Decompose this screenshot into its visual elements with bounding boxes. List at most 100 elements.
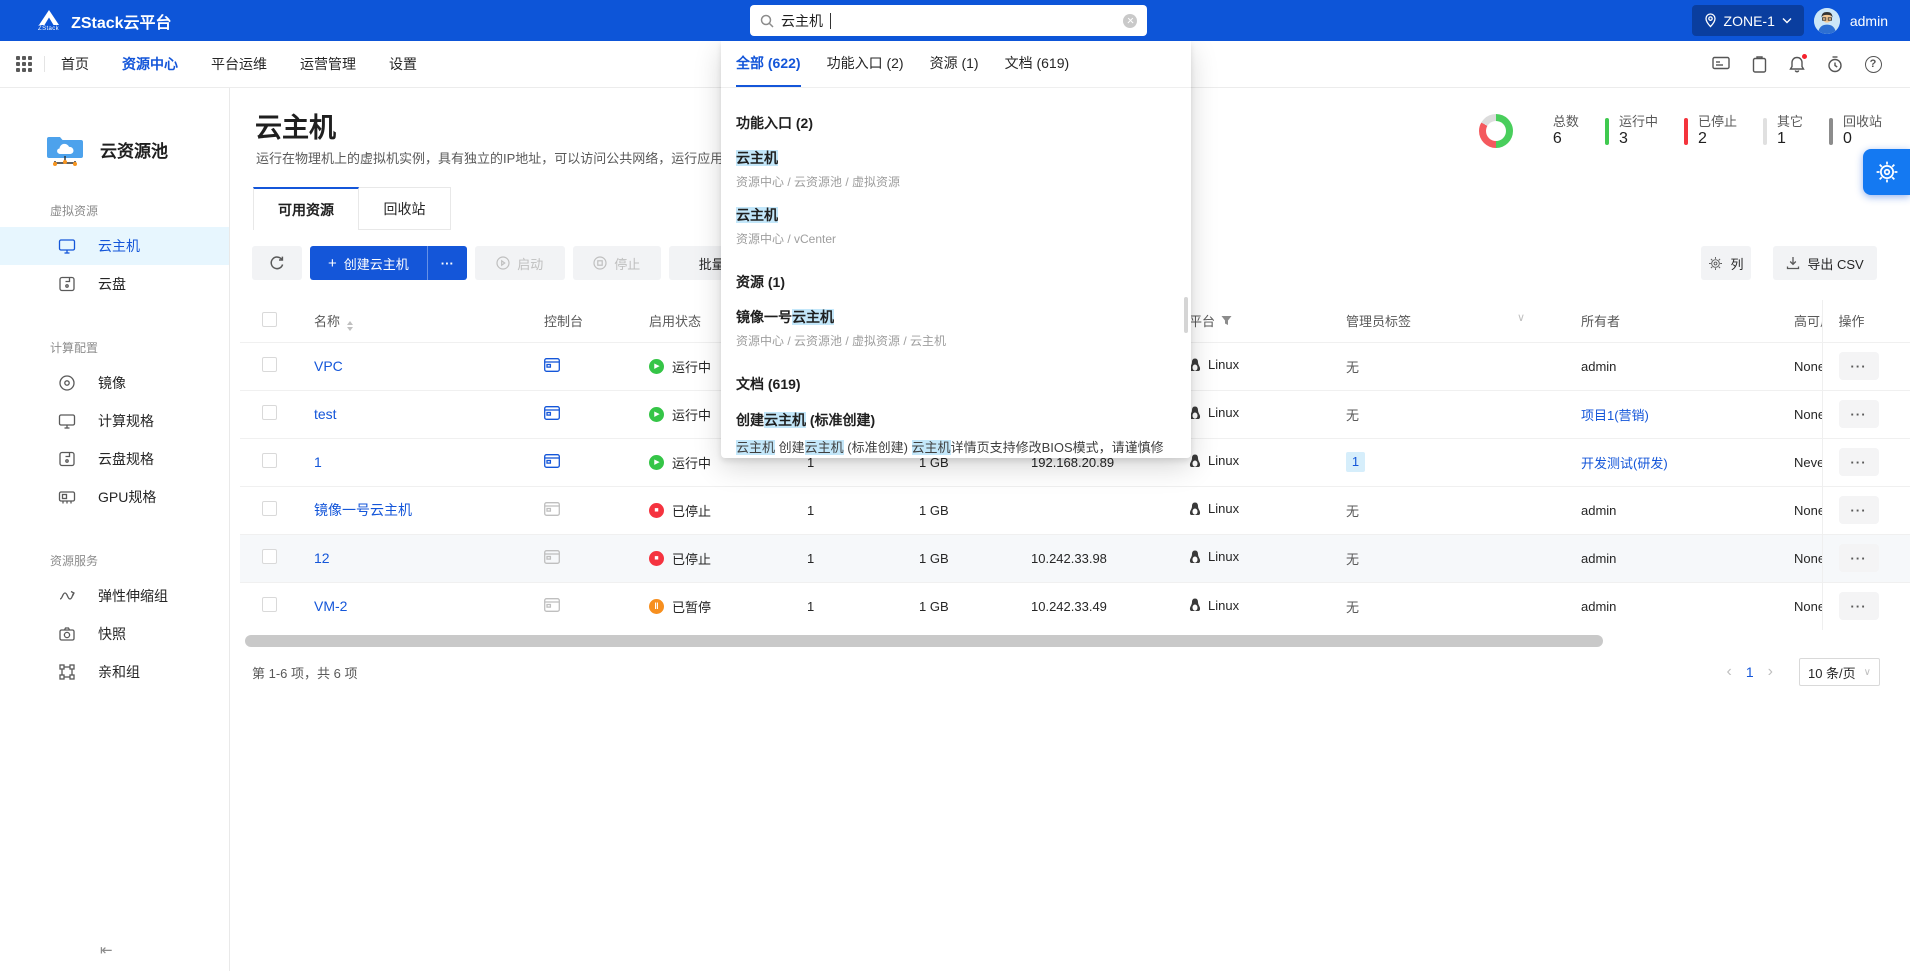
username[interactable]: admin xyxy=(1850,13,1888,29)
nav-item[interactable]: 运营管理 xyxy=(300,54,356,74)
status-label: 已停止 xyxy=(672,501,711,520)
stat-item: 总数6 xyxy=(1539,114,1579,148)
global-search-input[interactable]: 云主机 xyxy=(750,5,1147,36)
clear-search-icon[interactable] xyxy=(1123,14,1137,28)
settings-fab-button[interactable] xyxy=(1863,149,1910,195)
sidebar-item[interactable]: 镜像 xyxy=(0,364,229,402)
search-result-tab[interactable]: 全部 (622) xyxy=(736,41,801,87)
row-checkbox[interactable] xyxy=(262,501,277,516)
scrollbar-thumb[interactable] xyxy=(245,635,1603,647)
nav-item[interactable]: 资源中心 xyxy=(122,54,178,74)
select-all-checkbox[interactable] xyxy=(262,312,277,327)
export-csv-button[interactable]: 导出 CSV xyxy=(1773,246,1877,280)
search-result-item[interactable]: 镜像一号云主机 资源中心 / 云资源池 / 虚拟资源 / 云主机 xyxy=(736,307,1175,349)
app-launcher-icon[interactable] xyxy=(16,56,32,72)
row-actions-button[interactable]: ··· xyxy=(1839,448,1879,476)
open-console-icon[interactable] xyxy=(544,552,560,567)
columns-button[interactable]: 列 xyxy=(1701,246,1751,280)
page-tab[interactable]: 可用资源 xyxy=(253,187,359,230)
nav-item[interactable]: 首页 xyxy=(61,54,89,74)
sidebar-item[interactable]: 计算规格 xyxy=(0,402,229,440)
stat-item: 其它1 xyxy=(1763,114,1803,148)
stop-vm-button[interactable]: 停止 xyxy=(573,246,661,280)
clipboard-icon[interactable] xyxy=(1750,55,1768,73)
page-tab[interactable]: 回收站 xyxy=(359,187,451,230)
sidebar-item[interactable]: 云主机 xyxy=(0,227,229,265)
row-checkbox[interactable] xyxy=(262,357,277,372)
stat-value: 0 xyxy=(1843,130,1882,148)
page-number[interactable]: 1 xyxy=(1746,664,1754,680)
pagination-summary: 第 1-6 项，共 6 项 xyxy=(252,663,357,682)
row-checkbox[interactable] xyxy=(262,549,277,564)
collapse-sidebar-icon[interactable]: ⇤ xyxy=(100,941,113,959)
row-checkbox[interactable] xyxy=(262,597,277,612)
vm-name-link[interactable]: VPC xyxy=(314,358,343,374)
notification-bell-icon[interactable] xyxy=(1788,55,1806,73)
tag-cell: 无 xyxy=(1346,600,1359,615)
doc-result-title[interactable]: 创建云主机 (标准创建) xyxy=(736,410,1175,430)
prev-page-icon[interactable] xyxy=(1727,663,1732,681)
col-platform[interactable]: 平台 xyxy=(1173,300,1330,342)
search-result-item[interactable]: 云主机 资源中心 / 云资源池 / 虚拟资源 xyxy=(736,148,1175,190)
sidebar-item[interactable]: 亲和组 xyxy=(0,653,229,691)
create-vm-more-button[interactable]: ··· xyxy=(427,246,467,280)
result-group-header: 功能入口 (2) xyxy=(736,113,1175,133)
zone-selector[interactable]: ZONE-1 xyxy=(1692,5,1804,36)
operation-history-icon[interactable] xyxy=(1826,55,1844,73)
row-checkbox[interactable] xyxy=(262,405,277,420)
vm-name-link[interactable]: 镜像一号云主机 xyxy=(314,502,412,518)
start-vm-button[interactable]: 启动 xyxy=(475,246,565,280)
search-result-tab[interactable]: 资源 (1) xyxy=(930,41,979,87)
search-result-tab[interactable]: 功能入口 (2) xyxy=(827,41,904,87)
row-actions-button[interactable]: ··· xyxy=(1839,496,1879,524)
row-actions-button[interactable]: ··· xyxy=(1839,400,1879,428)
col-name[interactable]: 名称 xyxy=(298,300,528,342)
row-actions-button[interactable]: ··· xyxy=(1839,592,1879,620)
console-terminal-icon[interactable] xyxy=(1712,55,1730,73)
status-label: 运行中 xyxy=(672,453,711,472)
owner-cell[interactable]: admin xyxy=(1581,599,1616,614)
status-icon xyxy=(649,359,664,374)
search-result-item[interactable]: 云主机 资源中心 / vCenter xyxy=(736,205,1175,247)
vm-name-link[interactable]: test xyxy=(314,406,337,422)
sidebar-item[interactable]: 弹性伸缩组 xyxy=(0,577,229,615)
sidebar-item[interactable]: 云盘 xyxy=(0,265,229,303)
filter-funnel-icon[interactable] xyxy=(1221,315,1232,326)
vm-name-link[interactable]: VM-2 xyxy=(314,598,347,614)
refresh-button[interactable] xyxy=(252,246,302,280)
row-actions-button[interactable]: ··· xyxy=(1839,544,1879,572)
row-checkbox[interactable] xyxy=(262,453,277,468)
sidebar-item[interactable]: GPU规格 xyxy=(0,478,229,516)
open-console-icon[interactable] xyxy=(544,600,560,615)
owner-cell[interactable]: admin xyxy=(1581,359,1616,374)
open-console-icon[interactable] xyxy=(544,360,560,375)
row-actions-button[interactable]: ··· xyxy=(1839,352,1879,380)
open-console-icon[interactable] xyxy=(544,504,560,519)
owner-cell[interactable]: 项目1(营销) xyxy=(1581,408,1649,423)
owner-cell[interactable]: admin xyxy=(1581,551,1616,566)
nav-item[interactable]: 设置 xyxy=(389,54,417,74)
open-console-icon[interactable] xyxy=(544,456,560,471)
col-ha: 高可用 xyxy=(1778,300,1822,342)
vm-name-link[interactable]: 12 xyxy=(314,550,330,566)
avatar[interactable] xyxy=(1814,8,1840,34)
docs-group-header: 文档 (619) xyxy=(736,374,1175,394)
sidebar-item[interactable]: 快照 xyxy=(0,615,229,653)
chevron-down-icon[interactable]: ∨ xyxy=(1517,311,1525,324)
page-size-select[interactable]: 10 条/页 xyxy=(1799,658,1880,686)
next-page-icon[interactable] xyxy=(1768,663,1773,681)
col-tag[interactable]: 管理员标签∨ xyxy=(1330,300,1565,342)
open-console-icon[interactable] xyxy=(544,408,560,423)
sidebar-item[interactable]: 云盘规格 xyxy=(0,440,229,478)
owner-cell[interactable]: admin xyxy=(1581,503,1616,518)
vm-name-link[interactable]: 1 xyxy=(314,454,322,470)
sort-icon[interactable] xyxy=(347,321,353,331)
sidebar-item-label: 亲和组 xyxy=(98,662,140,682)
search-result-tab[interactable]: 文档 (619) xyxy=(1005,41,1070,87)
download-icon xyxy=(1786,256,1800,270)
dropdown-scrollbar-thumb[interactable] xyxy=(1184,297,1188,333)
owner-cell[interactable]: 开发测试(研发) xyxy=(1581,456,1668,471)
help-icon[interactable]: ? xyxy=(1864,55,1882,73)
create-vm-button[interactable]: 创建云主机 xyxy=(310,246,427,280)
nav-item[interactable]: 平台运维 xyxy=(211,54,267,74)
